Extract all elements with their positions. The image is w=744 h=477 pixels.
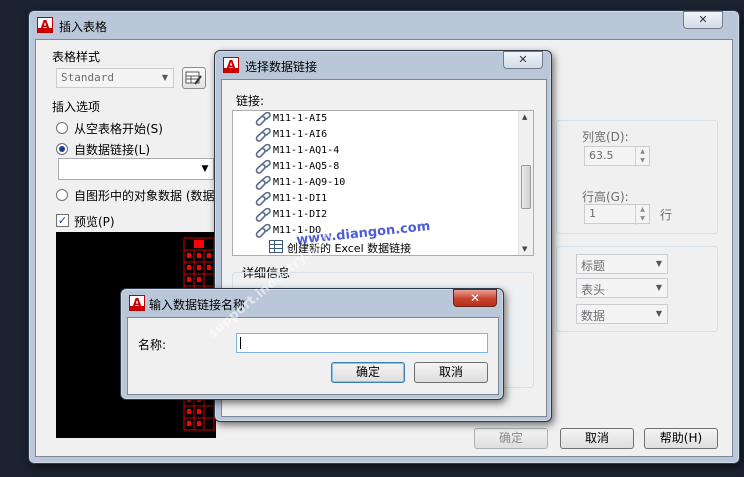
link-chain-icon <box>255 160 271 174</box>
row-height-label: 行高(G): <box>582 190 629 204</box>
excel-sheet-icon <box>269 240 283 253</box>
enter-datalink-name-close-button[interactable]: ✕ <box>453 289 497 307</box>
list-item[interactable]: M11-1-AQ5-8 <box>233 159 519 175</box>
enter-datalink-name-title: 输入数据链接名称 <box>149 298 246 312</box>
list-item[interactable]: M11-1-DI1 <box>233 191 519 207</box>
list-item[interactable]: M11-1-DI2 <box>233 207 519 223</box>
list-item-label: M11-1-AQ5-8 <box>273 161 340 172</box>
list-item[interactable]: M11-1-AI5 <box>233 111 519 127</box>
select-datalink-close-button[interactable]: ✕ <box>503 51 543 69</box>
list-item-label: M11-1-AI6 <box>273 129 328 140</box>
table-style-combo[interactable]: Standard ▼ <box>56 68 174 88</box>
scroll-down-icon[interactable]: ▼ <box>522 245 527 253</box>
radio-from-object-data-label: 自图形中的对象数据 (数据 <box>74 189 215 203</box>
create-new-excel-link-label: 创建新的 Excel 数据链接 <box>287 242 412 255</box>
scroll-thumb[interactable] <box>521 165 531 209</box>
list-item-label: M11-1-AQ9-10 <box>273 177 346 188</box>
autocad-logo-icon: A <box>37 17 53 33</box>
chevron-down-icon: ▼ <box>655 283 663 292</box>
link-chain-icon <box>255 224 271 238</box>
link-chain-icon <box>255 208 271 222</box>
insert-table-help-button[interactable]: 帮助(H) <box>644 428 718 449</box>
radio-from-object-data[interactable] <box>56 189 68 201</box>
close-icon: ✕ <box>698 13 708 26</box>
select-datalink-title: 选择数据链接 <box>245 60 318 74</box>
list-item[interactable]: M11-1-AQ9-10 <box>233 175 519 191</box>
enter-datalink-name-dialog: A 输入数据链接名称 ✕ 名称: 确定 取消 <box>120 288 504 400</box>
links-label: 链接: <box>236 94 265 108</box>
radio-empty-table[interactable] <box>56 122 68 134</box>
insert-table-cancel-button[interactable]: 取消 <box>560 428 634 449</box>
column-width-value: 63.5 <box>589 149 614 162</box>
close-icon: ✕ <box>469 291 481 305</box>
table-style-value: Standard <box>61 71 114 84</box>
list-item-label: M11-1-AQ1-4 <box>273 145 340 156</box>
text-cursor <box>240 337 241 349</box>
close-icon: ✕ <box>518 53 528 66</box>
table-edit-icon <box>185 71 202 85</box>
datalink-list[interactable]: M11-1-AI5 M11-1-AI6 M11-1-AQ1-4 M11-1-AQ… <box>232 110 534 256</box>
cell-style-title-combo[interactable]: 标题 ▼ <box>576 254 668 274</box>
list-item-label: M11-1-DI2 <box>273 209 328 220</box>
name-label: 名称: <box>138 338 167 352</box>
link-chain-icon <box>255 128 271 142</box>
preview-checkbox[interactable]: ✓ <box>56 214 69 227</box>
autocad-logo-icon: A <box>223 57 239 73</box>
column-width-input[interactable]: 63.5 ▲ ▼ <box>584 146 650 167</box>
cell-style-header-combo[interactable]: 表头 ▼ <box>576 278 668 298</box>
name-cancel-button[interactable]: 取消 <box>414 362 488 383</box>
create-new-excel-link-item[interactable]: 创建新的 Excel 数据链接 <box>233 239 519 255</box>
list-item[interactable]: M11-1-AQ1-4 <box>233 143 519 159</box>
radio-from-datalink[interactable] <box>56 143 68 155</box>
preview-label: 预览(P) <box>74 215 115 229</box>
table-style-edit-button[interactable] <box>182 67 206 89</box>
autocad-logo-icon: A <box>129 295 145 311</box>
row-unit-label: 行 <box>660 208 673 222</box>
column-width-label: 列宽(D): <box>582 130 629 144</box>
row-height-input[interactable]: 1 ▲ ▼ <box>584 204 650 225</box>
cell-style-data-value: 数据 <box>581 309 606 323</box>
name-ok-button[interactable]: 确定 <box>331 362 405 383</box>
cell-style-data-combo[interactable]: 数据 ▼ <box>576 304 668 324</box>
table-style-label: 表格样式 <box>52 50 101 64</box>
list-item[interactable]: M11-1-DO <box>233 223 519 239</box>
list-item-label: M11-1-DO <box>273 225 322 236</box>
spinner-icon: ▲ ▼ <box>635 205 649 225</box>
insert-options-label: 插入选项 <box>52 100 101 114</box>
cell-style-title-value: 标题 <box>581 259 606 273</box>
datalink-combo[interactable]: ▼ <box>58 158 214 180</box>
row-height-value: 1 <box>589 207 596 220</box>
insert-table-close-button[interactable]: ✕ <box>683 11 723 29</box>
scroll-up-icon[interactable]: ▲ <box>522 113 527 121</box>
cell-style-header-value: 表头 <box>581 283 606 297</box>
insert-table-title: 插入表格 <box>59 20 108 34</box>
chevron-down-icon: ▼ <box>655 309 663 318</box>
link-chain-icon <box>255 192 271 206</box>
list-scrollbar[interactable]: ▲ ▼ <box>518 111 533 255</box>
link-chain-icon <box>255 176 271 190</box>
list-item-label: M11-1-DI1 <box>273 193 328 204</box>
chevron-down-icon: ▼ <box>655 259 663 268</box>
name-input[interactable] <box>236 333 488 353</box>
list-item-label: M11-1-AI5 <box>273 113 328 124</box>
spinner-icon: ▲ ▼ <box>635 147 649 167</box>
insert-table-ok-button[interactable]: 确定 <box>474 428 548 449</box>
link-chain-icon <box>255 144 271 158</box>
radio-from-datalink-label: 自数据链接(L) <box>74 143 151 157</box>
list-item[interactable]: M11-1-AI6 <box>233 127 519 143</box>
link-chain-icon <box>255 112 271 126</box>
radio-empty-table-label: 从空表格开始(S) <box>74 122 163 136</box>
chevron-down-icon: ▼ <box>201 164 209 174</box>
chevron-down-icon: ▼ <box>161 73 169 82</box>
enter-datalink-name-body: 名称: 确定 取消 <box>127 317 499 395</box>
